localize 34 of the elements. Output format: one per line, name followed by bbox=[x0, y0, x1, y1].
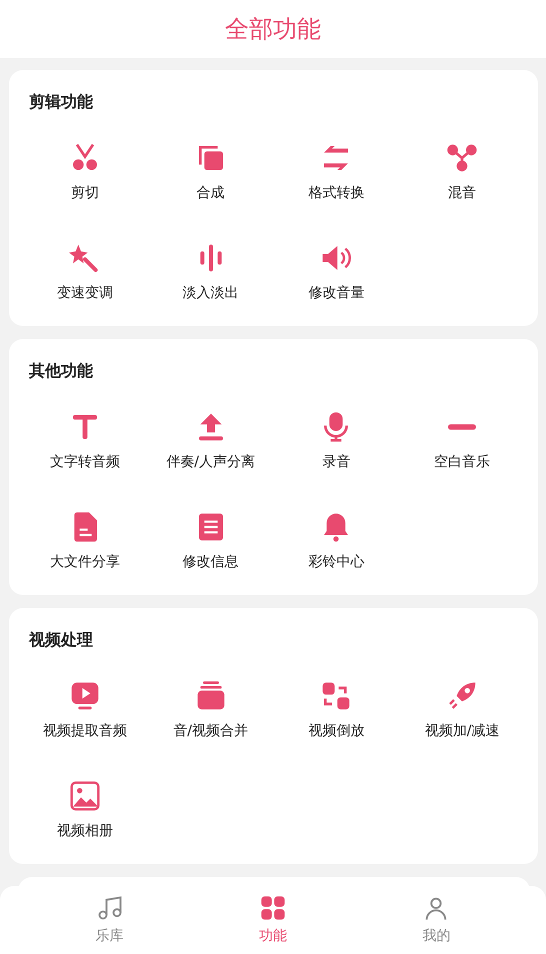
feature-button[interactable]: 修改信息 bbox=[148, 511, 274, 573]
section-title: 其他功能 bbox=[29, 360, 93, 382]
tab[interactable]: 我的 bbox=[354, 886, 518, 954]
feature-button[interactable]: 录音 bbox=[274, 411, 400, 473]
nodes-icon bbox=[446, 142, 478, 174]
feature-button[interactable]: 音/视频合并 bbox=[148, 680, 274, 742]
feature-button[interactable]: 剪切 bbox=[22, 142, 148, 204]
feature-button[interactable]: 修改音量 bbox=[274, 242, 400, 304]
minus-icon bbox=[448, 424, 476, 430]
feature-button[interactable]: 格式转换 bbox=[274, 142, 400, 204]
feature-button[interactable]: 空白音乐 bbox=[399, 411, 525, 473]
feature-button[interactable]: 视频加/减速 bbox=[399, 680, 525, 742]
feature-button[interactable]: 大文件分享 bbox=[22, 511, 148, 573]
grid-icon bbox=[258, 894, 287, 922]
feature-button[interactable]: 视频倒放 bbox=[274, 680, 400, 742]
section-title: 视频处理 bbox=[29, 629, 93, 651]
feature-button[interactable]: 彩铃中心 bbox=[274, 511, 400, 573]
page-title: 全部功能 bbox=[225, 14, 321, 45]
feature-button[interactable]: 变速变调 bbox=[22, 242, 148, 304]
music-note-icon bbox=[96, 894, 124, 922]
feature-button[interactable]: 视频相册 bbox=[22, 780, 148, 842]
feature-button[interactable]: 合成 bbox=[148, 142, 274, 204]
feature-button[interactable]: 文字转音频 bbox=[22, 411, 148, 473]
feature-button[interactable]: 伴奏/人声分离 bbox=[148, 411, 274, 473]
feature-button[interactable]: 视频提取音频 bbox=[22, 680, 148, 742]
section-title: 剪辑功能 bbox=[29, 91, 93, 113]
tab[interactable]: 乐库 bbox=[28, 886, 192, 954]
play-screen-icon bbox=[68, 680, 101, 712]
rotate-squares-icon bbox=[320, 680, 352, 712]
feature-button[interactable]: 淡入淡出 bbox=[148, 242, 274, 304]
image-icon bbox=[68, 780, 101, 812]
tab[interactable]: 功能 bbox=[191, 886, 355, 954]
stacked-folder-icon bbox=[194, 680, 227, 712]
feature-button[interactable]: 混音 bbox=[399, 142, 525, 204]
